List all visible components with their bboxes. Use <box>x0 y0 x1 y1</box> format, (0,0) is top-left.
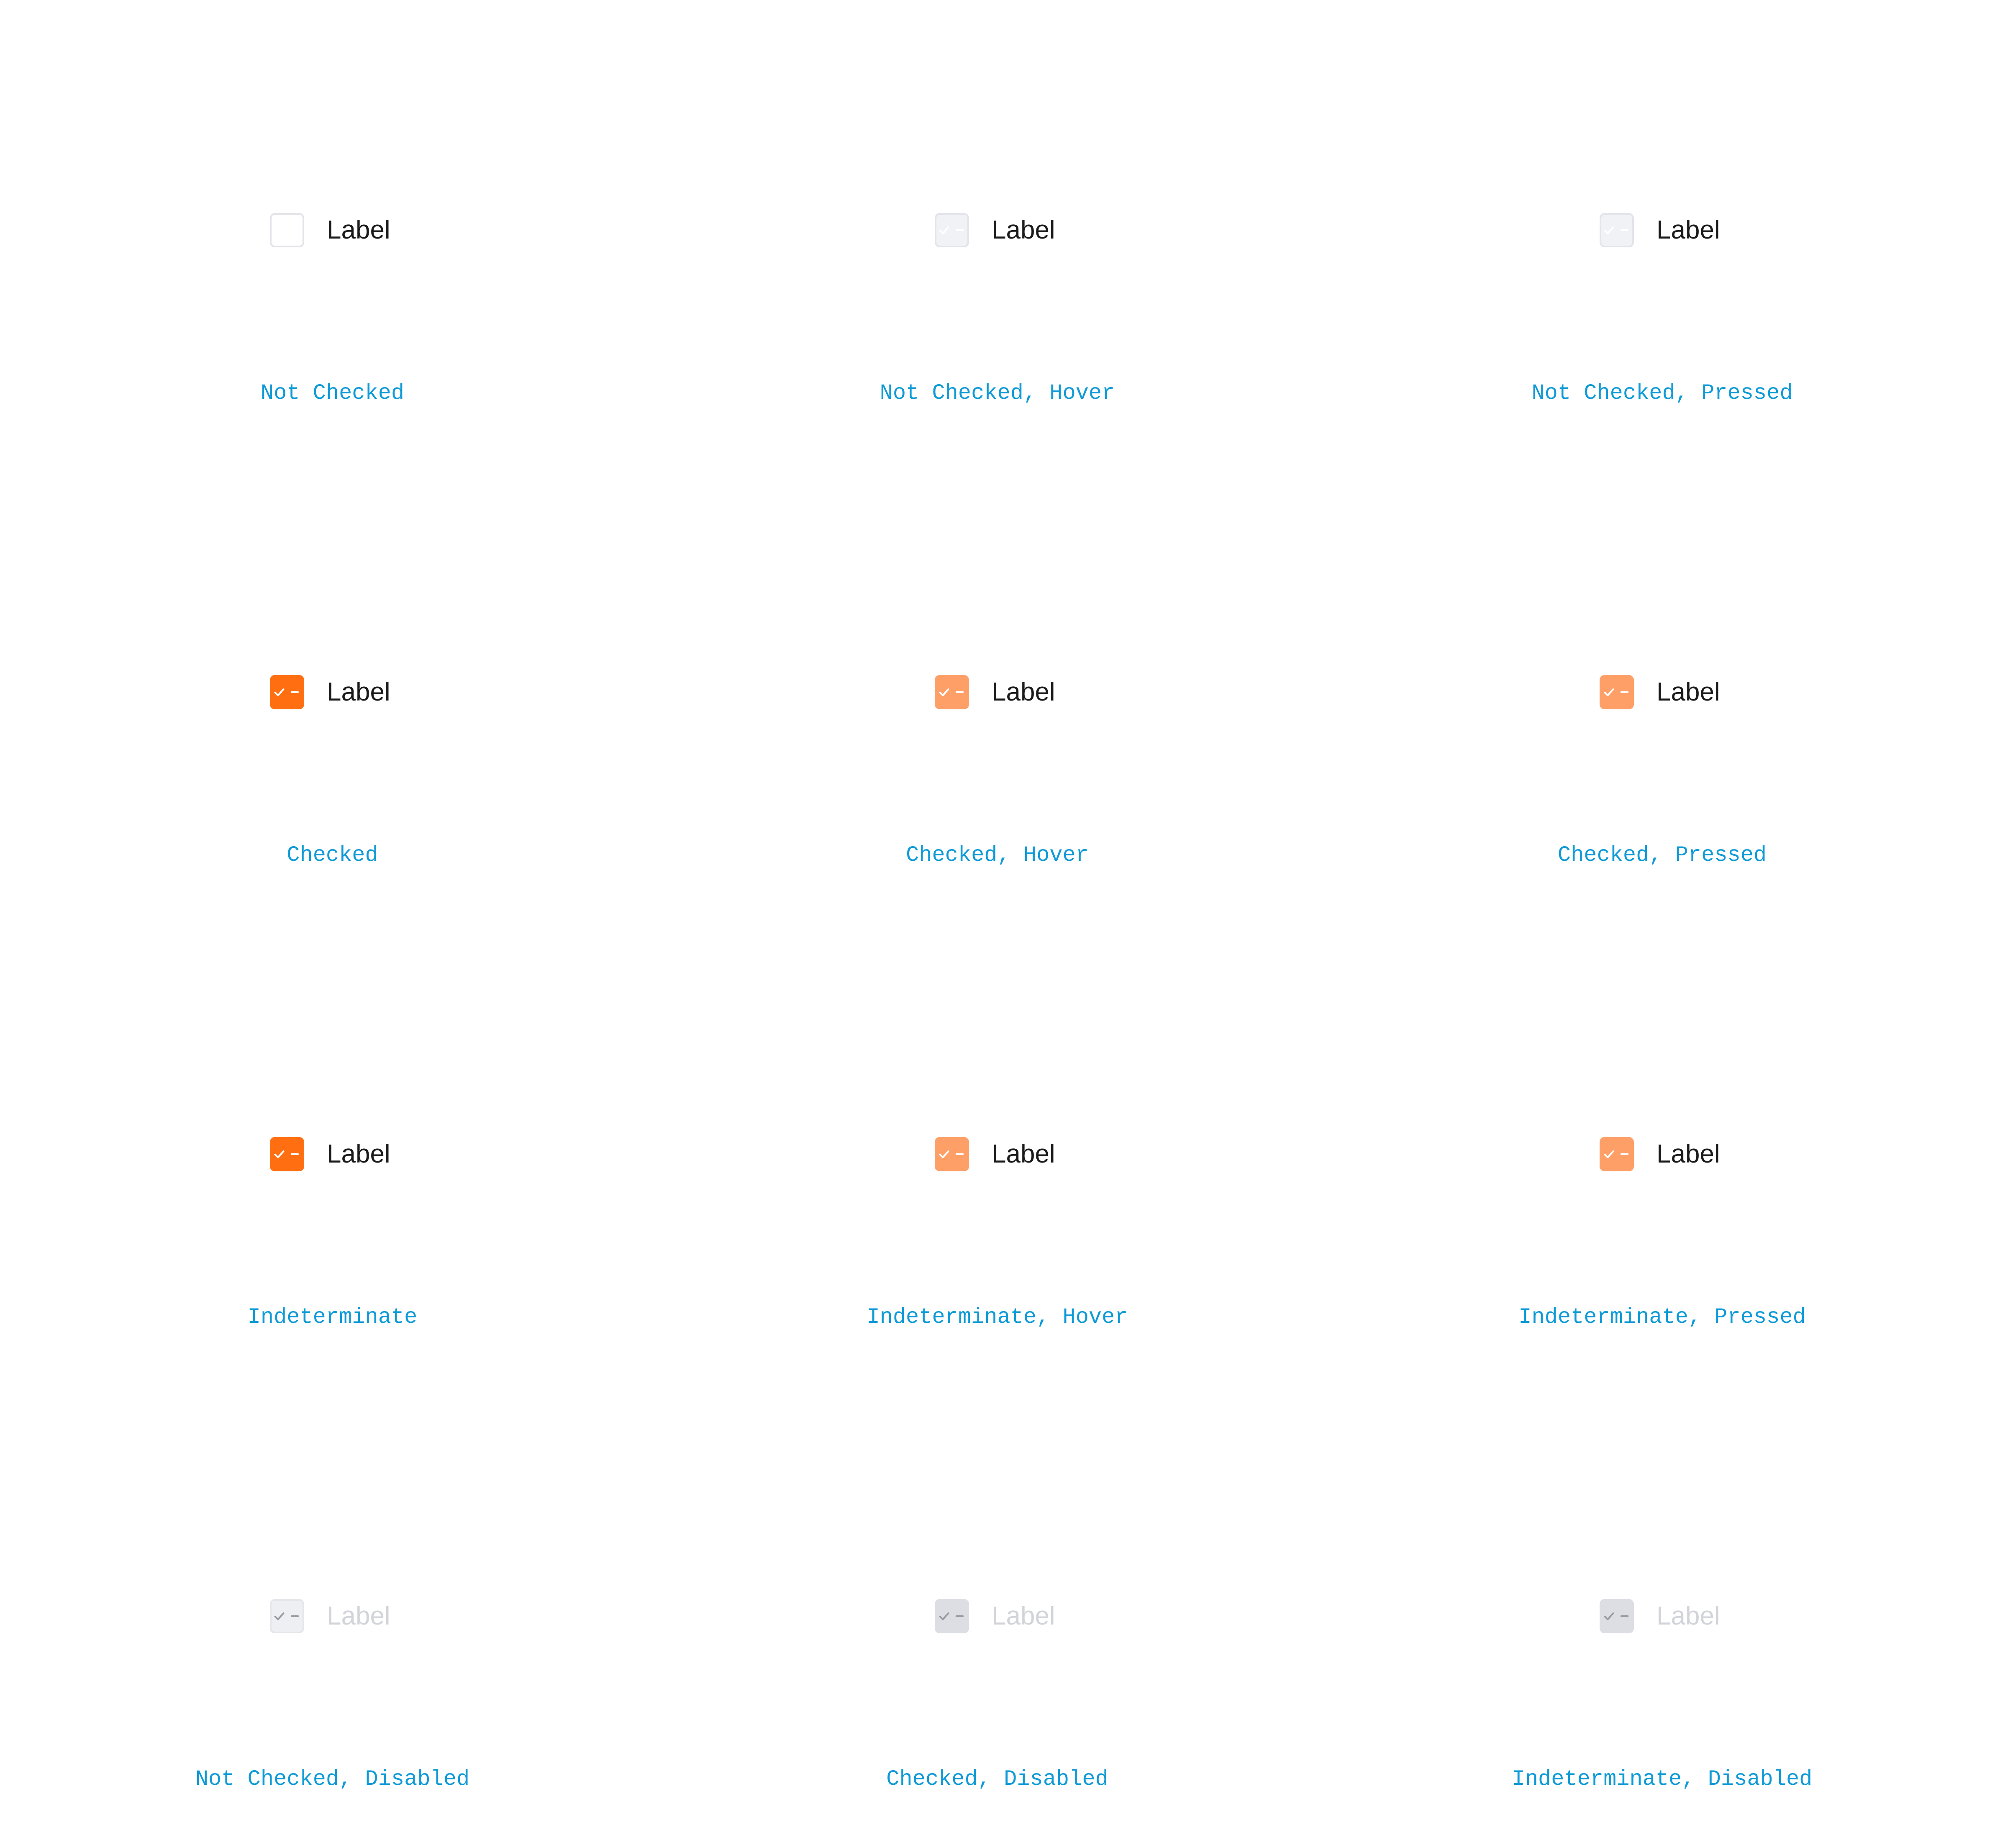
checkmark-icon <box>939 688 949 696</box>
checkbox[interactable]: Label <box>270 211 390 249</box>
checkbox-label[interactable]: Label <box>1657 211 1720 249</box>
checkbox-example-not-checked-disabled: Label Not Checked, Disabled <box>0 1386 665 1848</box>
minus-icon <box>955 1615 964 1617</box>
checkbox-label[interactable]: Label <box>992 211 1055 249</box>
state-caption: Not Checked <box>260 381 405 406</box>
checkbox-box <box>935 1599 969 1633</box>
checkbox-example-checked-hover: Label Checked, Hover <box>665 462 1330 924</box>
state-caption: Not Checked, Disabled <box>195 1767 470 1792</box>
checkbox-box[interactable] <box>1600 213 1634 247</box>
state-caption: Not Checked, Pressed <box>1531 381 1793 406</box>
minus-icon <box>290 1153 299 1155</box>
checkbox-example-not-checked-pressed: Label Not Checked, Pressed <box>1330 0 1995 462</box>
checkmark-icon <box>1604 1612 1614 1620</box>
checkbox-box[interactable] <box>270 675 304 709</box>
minus-icon <box>955 1153 964 1155</box>
checkmark-icon <box>939 1612 949 1620</box>
checkbox-label: Label <box>992 1602 1055 1630</box>
checkbox[interactable]: Label <box>270 1135 390 1173</box>
checkbox-example-indeterminate-disabled: Label Indeterminate, Disabled <box>1330 1386 1995 1848</box>
minus-icon <box>290 691 299 693</box>
checkbox[interactable]: Label <box>935 1135 1055 1173</box>
checkbox-box <box>270 1599 304 1633</box>
checkbox-example-checked-pressed: Label Checked, Pressed <box>1330 462 1995 924</box>
checkbox-label[interactable]: Label <box>1657 673 1720 711</box>
checkbox-example-not-checked: Label Not Checked <box>0 0 665 462</box>
state-caption: Indeterminate <box>247 1305 418 1330</box>
state-caption: Checked, Disabled <box>886 1767 1108 1792</box>
checkbox-example-checked: Label Checked <box>0 462 665 924</box>
checkbox-example-indeterminate: Label Indeterminate <box>0 924 665 1386</box>
minus-icon <box>290 1615 299 1617</box>
checkbox-label: Label <box>327 1602 390 1630</box>
checkmark-icon <box>274 688 285 696</box>
checkbox-label[interactable]: Label <box>1657 1135 1720 1173</box>
checkbox-label[interactable]: Label <box>327 1135 390 1173</box>
state-caption: Checked, Pressed <box>1557 843 1767 868</box>
checkbox-box[interactable] <box>1600 675 1634 709</box>
state-caption: Checked, Hover <box>906 843 1089 868</box>
checkbox[interactable]: Label <box>1600 1135 1720 1173</box>
minus-icon <box>1620 691 1629 693</box>
checkbox-label[interactable]: Label <box>327 673 390 711</box>
checkbox-example-indeterminate-pressed: Label Indeterminate, Pressed <box>1330 924 1995 1386</box>
checkmark-icon <box>939 1150 949 1158</box>
checkbox-label: Label <box>1657 1602 1720 1630</box>
checkbox[interactable]: Label <box>1600 673 1720 711</box>
checkbox: Label <box>1600 1597 1720 1635</box>
checkbox[interactable]: Label <box>270 673 390 711</box>
checkbox-box[interactable] <box>935 675 969 709</box>
checkbox-box[interactable] <box>270 1137 304 1171</box>
checkbox[interactable]: Label <box>1600 211 1720 249</box>
checkmark-icon <box>939 226 949 234</box>
state-caption: Indeterminate, Disabled <box>1512 1767 1813 1792</box>
checkbox[interactable]: Label <box>935 211 1055 249</box>
checkbox-box[interactable] <box>1600 1137 1634 1171</box>
minus-icon <box>1620 1153 1629 1155</box>
checkmark-icon <box>1604 226 1614 234</box>
state-caption: Checked <box>287 843 378 868</box>
state-caption: Indeterminate, Pressed <box>1518 1305 1806 1330</box>
minus-icon <box>955 691 964 693</box>
checkbox-box <box>1600 1599 1634 1633</box>
minus-icon <box>955 229 964 231</box>
checkmark-icon <box>1604 688 1614 696</box>
minus-icon <box>290 229 299 231</box>
checkbox-label[interactable]: Label <box>992 673 1055 711</box>
checkbox-example-checked-disabled: Label Checked, Disabled <box>665 1386 1330 1848</box>
checkbox-box[interactable] <box>270 213 304 247</box>
checkbox-label[interactable]: Label <box>992 1135 1055 1173</box>
checkmark-icon <box>274 226 285 234</box>
checkbox-example-indeterminate-hover: Label Indeterminate, Hover <box>665 924 1330 1386</box>
checkmark-icon <box>274 1612 285 1620</box>
checkbox-label[interactable]: Label <box>327 211 390 249</box>
checkbox-box[interactable] <box>935 1137 969 1171</box>
minus-icon <box>1620 229 1629 231</box>
minus-icon <box>1620 1615 1629 1617</box>
state-caption: Indeterminate, Hover <box>867 1305 1128 1330</box>
checkmark-icon <box>274 1150 285 1158</box>
checkbox-box[interactable] <box>935 213 969 247</box>
checkbox[interactable]: Label <box>935 673 1055 711</box>
state-caption: Not Checked, Hover <box>880 381 1115 406</box>
checkbox: Label <box>935 1597 1055 1635</box>
checkmark-icon <box>1604 1150 1614 1158</box>
checkbox-example-not-checked-hover: Label Not Checked, Hover <box>665 0 1330 462</box>
checkbox: Label <box>270 1597 390 1635</box>
